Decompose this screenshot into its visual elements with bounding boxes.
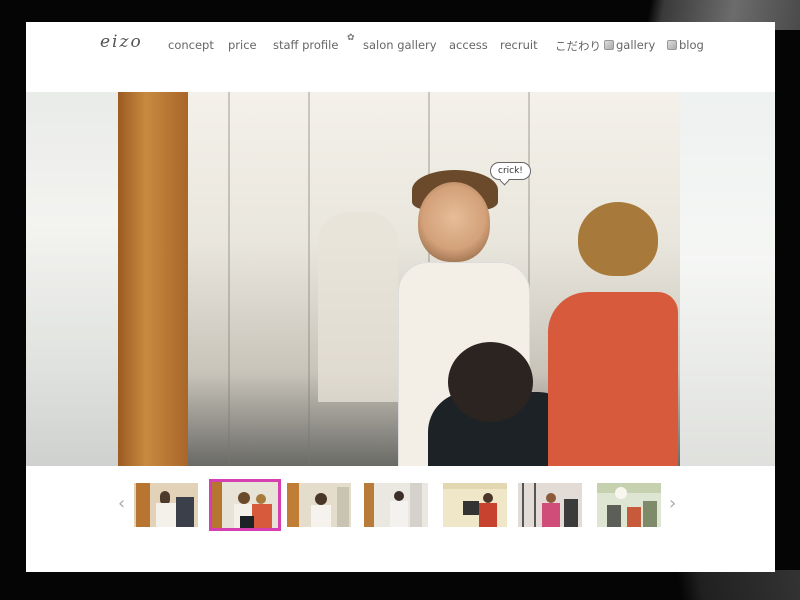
wood-pillar: [118, 92, 188, 466]
nav-blog[interactable]: blog: [667, 38, 704, 52]
blog-icon: [667, 40, 677, 50]
nav-staff-profile[interactable]: staff profile: [273, 38, 338, 52]
speech-bubble: crick!: [490, 162, 531, 180]
nav-bar: eizo concept price staff profile ✿ salon…: [26, 22, 775, 92]
nav-gallery-label: gallery: [616, 38, 656, 52]
thumbnail[interactable]: [443, 483, 507, 527]
nav-price[interactable]: price: [228, 38, 257, 52]
reflection-figure: [318, 212, 398, 402]
screen: eizo concept price staff profile ✿ salon…: [26, 22, 775, 572]
nav-salon-gallery[interactable]: salon gallery: [363, 38, 437, 52]
nav-access[interactable]: access: [449, 38, 488, 52]
stylist-woman-hair: [578, 202, 658, 276]
nav-kodawari[interactable]: こだわり: [555, 38, 601, 54]
thumbnail[interactable]: [134, 483, 198, 527]
stylist-woman-top: [548, 292, 678, 466]
nav-recruit[interactable]: recruit: [500, 38, 538, 52]
stylist-man-face: [418, 182, 490, 262]
hero-slideshow[interactable]: crick!: [26, 92, 775, 466]
thumbnail-image: [443, 483, 507, 527]
hero-prev-slide-peek: [26, 92, 118, 466]
device-frame: eizo concept price staff profile ✿ salon…: [0, 0, 800, 600]
nav-blog-label: blog: [679, 38, 704, 52]
thumbnail[interactable]: [518, 483, 582, 527]
carousel-next-button[interactable]: ›: [669, 493, 676, 514]
mirror-divider: [228, 92, 230, 466]
bezel-glare-bottom: [660, 570, 800, 600]
carousel-prev-button[interactable]: ‹: [118, 493, 125, 514]
staff-badge-icon: ✿: [347, 33, 355, 43]
thumbnail[interactable]: [364, 483, 428, 527]
mirror-divider: [308, 92, 310, 466]
nav-gallery[interactable]: gallery: [604, 38, 655, 52]
thumbnail-carousel: ‹ ›: [26, 466, 775, 572]
thumbnail-image: [518, 483, 582, 527]
thumbnail-image: [134, 483, 198, 527]
thumbnail-image: [212, 482, 278, 528]
thumbnail-image: [287, 483, 351, 527]
gallery-icon: [604, 40, 614, 50]
thumbnail-selected[interactable]: [209, 479, 281, 531]
hero-next-slide-peek: [680, 92, 775, 466]
thumbnail-image: [364, 483, 428, 527]
client-hair: [448, 342, 533, 422]
hero-main-photo: crick!: [118, 92, 680, 466]
nav-concept[interactable]: concept: [168, 38, 214, 52]
thumbnail-image: [597, 483, 661, 527]
logo[interactable]: eizo: [100, 32, 143, 52]
thumbnail[interactable]: [287, 483, 351, 527]
thumbnail[interactable]: [597, 483, 661, 527]
